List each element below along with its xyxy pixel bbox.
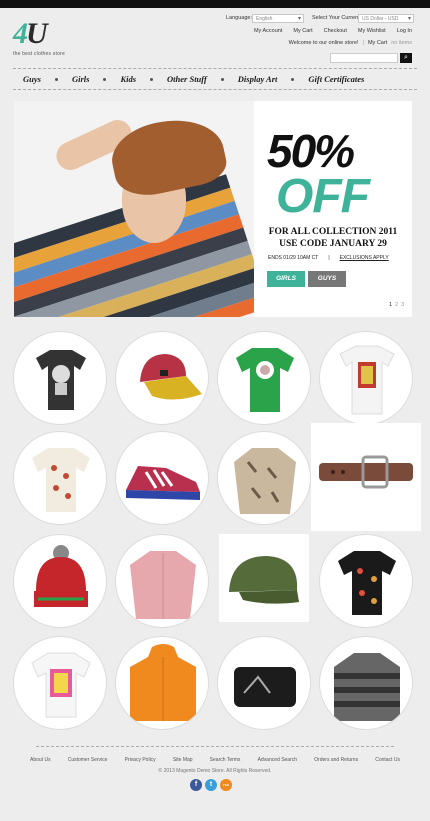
top-bar [0, 0, 430, 8]
link-my-wishlist[interactable]: My Wishlist [358, 28, 386, 34]
product-red-cap[interactable] [115, 331, 209, 425]
nav-guys[interactable]: Guys [23, 74, 41, 84]
search-button[interactable]: ⌕ [400, 53, 412, 63]
language-label: Language: [226, 15, 252, 21]
footer-link-advanced-search[interactable]: Advanced Search [258, 757, 297, 763]
shoe-image [126, 466, 200, 500]
wallet-image [234, 667, 296, 707]
cap-image [229, 556, 299, 604]
jacket-image [130, 644, 196, 721]
banner-pager: 1 2 3 [389, 302, 404, 308]
footer-link-customer-service[interactable]: Customer Service [68, 757, 108, 763]
guys-button[interactable]: GUYS [308, 271, 346, 287]
nav-separator [54, 77, 58, 81]
product-striped-sweater[interactable] [319, 636, 413, 730]
product-real-tshirt[interactable] [13, 636, 107, 730]
search-input[interactable] [330, 53, 398, 63]
currency-value: US Dollar - USD [362, 16, 399, 22]
link-log-in[interactable]: Log In [397, 28, 412, 34]
nav-separator [103, 77, 107, 81]
belt-image [319, 455, 413, 489]
product-beanie[interactable] [13, 534, 107, 628]
sweater-image [334, 653, 400, 721]
welcome-message: Welcome to our online store! [288, 40, 359, 46]
tshirt-image [339, 345, 395, 415]
product-sneakers[interactable] [115, 431, 209, 525]
product-pattern-tshirt[interactable] [13, 431, 107, 525]
banner-headline: FOR ALL COLLECTION 2011 [268, 227, 398, 237]
search-icon: ⌕ [404, 54, 408, 61]
rss-icon[interactable]: rss [220, 779, 232, 791]
language-select[interactable]: English ▾ [252, 14, 304, 23]
account-links: My Account My Cart Checkout My Wishlist … [254, 28, 412, 34]
product-floral-tshirt[interactable] [319, 534, 413, 628]
nav-girls[interactable]: Girls [72, 74, 89, 84]
nav-kids[interactable]: Kids [120, 74, 136, 84]
tshirt-image [236, 348, 294, 412]
footer-link-about-us[interactable]: About Us [30, 757, 51, 763]
nav-separator [220, 77, 224, 81]
product-leather-belt[interactable] [311, 423, 421, 531]
product-green-tshirt[interactable] [217, 331, 311, 425]
language-value: English [256, 16, 273, 22]
chevron-down-icon: ▾ [297, 16, 301, 22]
banner-percent: 50% [267, 125, 355, 177]
tshirt-image [32, 448, 90, 512]
product-wallet[interactable] [217, 636, 311, 730]
banner-photo [14, 101, 254, 317]
pager-1[interactable]: 1 [389, 302, 392, 308]
nav-separator [150, 77, 154, 81]
footer-link-site-map[interactable]: Site Map [173, 757, 193, 763]
product-pink-shirt[interactable] [115, 534, 209, 628]
tshirt-image [36, 350, 86, 410]
divider: | [328, 255, 330, 261]
footer-links: About Us Customer Service Privacy Policy… [30, 757, 400, 763]
footer-link-contact-us[interactable]: Contact Us [375, 757, 400, 763]
divider: | [362, 40, 364, 46]
beanie-image [34, 545, 88, 607]
promo-banner[interactable]: 50% OFF FOR ALL COLLECTION 2011 USE CODE… [14, 101, 412, 317]
product-orange-jacket[interactable] [115, 636, 209, 730]
cart-status: no items [391, 40, 412, 46]
chevron-down-icon: ▾ [407, 16, 411, 22]
footer-link-privacy-policy[interactable]: Privacy Policy [125, 757, 156, 763]
pager-2[interactable]: 2 [395, 302, 398, 308]
banner-fine-print: ENDS 01/29 10AM CT | EXCLUSIONS APPLY [268, 255, 389, 261]
tagline: the best clothes store [13, 51, 65, 57]
nav-other-stuff[interactable]: Other Stuff [167, 74, 207, 84]
currency-select[interactable]: US Dollar - USD ▾ [358, 14, 414, 23]
product-print-shirt[interactable] [217, 431, 311, 525]
cap-image [140, 354, 202, 400]
footer-link-search-terms[interactable]: Search Terms [210, 757, 241, 763]
tshirt-image [31, 652, 91, 718]
cart-label[interactable]: My Cart [368, 40, 387, 46]
product-skull-tshirt[interactable] [13, 331, 107, 425]
product-print-tshirt[interactable] [319, 331, 413, 425]
banner-code: USE CODE JANUARY 29 [279, 239, 387, 249]
nav-separator [291, 77, 295, 81]
banner-ends: ENDS 01/29 10AM CT [268, 255, 319, 261]
link-checkout[interactable]: Checkout [324, 28, 347, 34]
copyright: © 2013 Magento Demo Store. All Rights Re… [158, 768, 272, 774]
shirt-image [130, 551, 196, 619]
main-nav: Guys Girls Kids Other Stuff Display Art … [13, 68, 417, 90]
shirt-image [234, 448, 296, 514]
welcome-bar: Welcome to our online store! | My Cart n… [289, 40, 412, 46]
logo-text: 4U [13, 17, 48, 50]
nav-display-art[interactable]: Display Art [238, 74, 278, 84]
tshirt-image [338, 551, 396, 615]
footer-divider [36, 746, 394, 747]
link-my-account[interactable]: My Account [254, 28, 282, 34]
footer-link-orders-returns[interactable]: Orders and Returns [314, 757, 358, 763]
girls-button[interactable]: GIRLS [267, 271, 305, 287]
social-links: f t rss [190, 779, 232, 791]
nav-gift-certificates[interactable]: Gift Certificates [308, 74, 364, 84]
facebook-icon[interactable]: f [190, 779, 202, 791]
product-olive-cap[interactable] [219, 534, 309, 622]
pager-3[interactable]: 3 [401, 302, 404, 308]
twitter-icon[interactable]: t [205, 779, 217, 791]
exclusions-link[interactable]: EXCLUSIONS APPLY [340, 255, 389, 261]
banner-off: OFF [276, 170, 370, 223]
link-my-cart[interactable]: My Cart [293, 28, 312, 34]
